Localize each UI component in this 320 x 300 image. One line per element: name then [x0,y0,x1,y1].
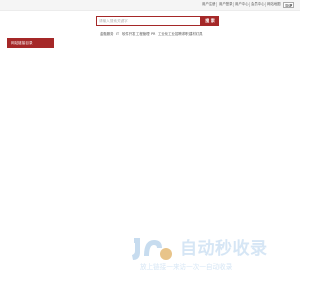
user-center-link[interactable]: 用户中心 [235,2,249,7]
language-select[interactable]: 简体 ▼ [283,1,294,8]
search-input[interactable] [97,17,200,25]
sitemap-link[interactable]: 网站地图 [267,2,281,7]
hot-link[interactable]: PR [151,32,155,37]
hot-link[interactable]: 工程管理 [136,32,150,37]
hot-link[interactable]: 金融服务 [100,32,114,37]
watermark-title: 自动秒收录 [180,239,268,259]
top-bar: 用户注册 用户登录 用户中心 会员中心 网站地图 简体 ▼ [0,0,300,11]
top-divider [249,2,250,7]
top-divider [233,2,234,7]
hot-link[interactable]: 建材灯具 [189,32,203,37]
search-button[interactable]: 搜 索 [201,16,219,26]
watermark-logo-icon [132,238,172,260]
hot-link[interactable]: IT [116,32,119,37]
hot-link[interactable]: 工业化工业 [158,32,175,37]
top-divider [216,2,217,7]
watermark: 自动秒收录 放上链接一来访一次一自动收录 [130,234,285,276]
watermark-subtitle: 放上链接一来访一次一自动收录 [140,263,233,271]
chevron-down-icon: ▼ [290,3,293,7]
hot-link[interactable]: 招聘求职 [175,32,189,37]
category-tab[interactable]: 网站链接目录 [7,38,54,48]
register-link[interactable]: 用户注册 [202,2,216,7]
hot-link[interactable]: 软件开发 [122,32,136,37]
login-link[interactable]: 用户登录 [219,2,233,7]
search-box [96,16,201,26]
page: 用户注册 用户登录 用户中心 会员中心 网站地图 简体 ▼ 搜 索 金融服务 I… [0,0,300,300]
top-divider [265,2,266,7]
member-center-link[interactable]: 会员中心 [251,2,265,7]
